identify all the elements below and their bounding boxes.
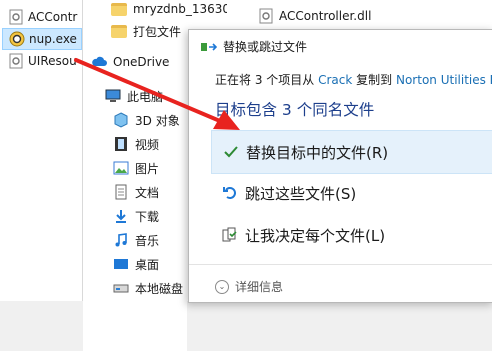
file-label: ACController.dll — [279, 9, 372, 23]
option-label: 跳过这些文件(S) — [245, 184, 357, 203]
nav-label: 下载 — [135, 209, 160, 224]
file-item-accontroller-dll[interactable]: ACController.dll — [259, 5, 371, 27]
option-label: 让我决定每个文件(L) — [245, 226, 386, 245]
desktop-icon — [114, 259, 128, 269]
cloud-icon — [92, 56, 107, 66]
folder-item-dabao[interactable]: 打包文件 — [111, 20, 181, 42]
dll-file-icon — [259, 8, 273, 24]
info-mid: 复制到 — [356, 73, 393, 87]
nav-label: 桌面 — [135, 257, 160, 272]
source-folder-link[interactable]: Crack — [318, 73, 352, 87]
dll-file-icon — [9, 9, 23, 25]
dialog-divider — [189, 264, 492, 265]
dialog-title-text: 替换或跳过文件 — [223, 40, 308, 54]
dll-file-icon — [9, 53, 23, 69]
checkmark-icon — [222, 143, 240, 161]
nav-label: 此电脑 — [127, 89, 164, 104]
file-label: nup.exe — [29, 32, 77, 46]
nav-label: 本地磁盘 — [135, 281, 184, 296]
copy-arrows-icon — [201, 42, 217, 51]
file-item-accontroller[interactable]: ACContr — [2, 6, 82, 28]
folder-label: mryzdnb_13630 — [133, 2, 227, 16]
info-prefix: 正在将 3 个项目从 — [215, 73, 315, 87]
replace-or-skip-dialog: 替换或跳过文件 正在将 3 个项目从 Crack 复制到 Norton Util… — [188, 29, 492, 303]
left-file-pane: ACContr nup.exe UIResou — [0, 0, 82, 301]
nav-label: 图片 — [135, 161, 160, 176]
nav-label: 3D 对象 — [135, 113, 180, 128]
option-label: 替换目标中的文件(R) — [246, 143, 389, 162]
dialog-title: 替换或跳过文件 — [201, 38, 307, 55]
folder-icon — [111, 2, 127, 16]
file-label: UIResou — [28, 54, 77, 68]
computer-icon — [105, 89, 121, 102]
decide-icon — [221, 226, 239, 244]
download-icon — [116, 210, 126, 223]
decide-each-file-option[interactable]: 让我决定每个文件(L) — [211, 213, 492, 257]
exe-file-icon — [9, 31, 25, 47]
nav-label: 文档 — [135, 185, 160, 200]
file-label: ACContr — [28, 10, 78, 24]
nav-label: OneDrive — [113, 55, 170, 69]
replace-files-option[interactable]: 替换目标中的文件(R) — [211, 130, 492, 174]
skip-icon — [221, 184, 239, 202]
video-icon — [115, 137, 127, 151]
file-item-uiresource[interactable]: UIResou — [2, 50, 82, 72]
skip-files-option[interactable]: 跳过这些文件(S) — [211, 171, 492, 215]
destination-folder-link[interactable]: Norton Utilities P — [396, 73, 492, 87]
file-item-nup-exe[interactable]: nup.exe — [2, 28, 82, 50]
folder-label: 打包文件 — [133, 24, 182, 39]
details-toggle[interactable]: ⌄ 详细信息 — [215, 278, 283, 295]
disk-icon — [113, 284, 129, 293]
chevron-down-icon: ⌄ — [215, 279, 229, 294]
dialog-heading: 目标包含 3 个同名文件 — [215, 101, 375, 119]
nav-item-onedrive[interactable]: OneDrive — [91, 50, 195, 74]
document-icon — [115, 184, 127, 200]
copy-info-text: 正在将 3 个项目从 Crack 复制到 Norton Utilities P — [215, 71, 492, 88]
cube-icon — [114, 112, 128, 128]
music-icon — [115, 233, 127, 247]
details-label: 详细信息 — [235, 280, 284, 294]
navigation-pane: OneDrive 此电脑 3D 对象 视频 图片 文档 下载 音乐 桌面 本地磁… — [83, 50, 187, 351]
picture-icon — [113, 161, 129, 175]
nav-label: 视频 — [135, 137, 160, 152]
nav-label: 音乐 — [135, 233, 160, 248]
folder-item-mryzdnb[interactable]: mryzdnb_13630 — [111, 0, 227, 20]
folder-icon — [111, 24, 127, 38]
